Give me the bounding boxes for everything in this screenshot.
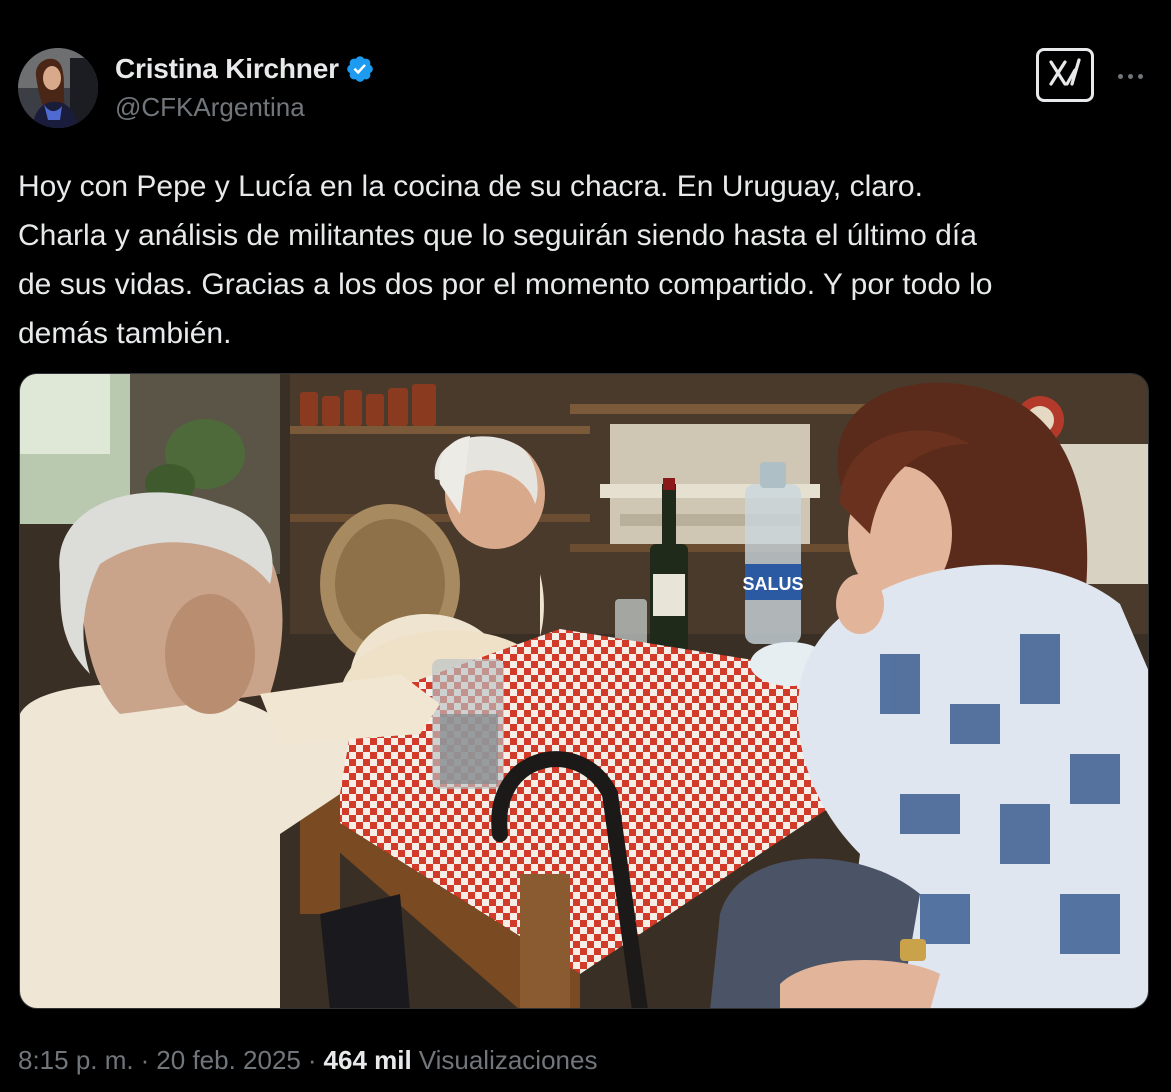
- tweet-photo[interactable]: SALUS: [19, 373, 1149, 1009]
- more-dots-icon: [1117, 73, 1123, 79]
- verified-badge-icon[interactable]: [345, 54, 375, 84]
- meta-separator: ·: [307, 1045, 317, 1075]
- grok-icon: [1045, 56, 1085, 95]
- grok-button[interactable]: [1036, 48, 1094, 102]
- tweet: Cristina Kirchner @CFKArgentina Hoy con …: [0, 0, 1171, 1092]
- tweet-text: Hoy con Pepe y Lucía en la cocina de su …: [18, 170, 993, 350]
- meta-separator: ·: [140, 1045, 150, 1075]
- views-label: Visualizaciones: [418, 1045, 598, 1075]
- more-options-button[interactable]: [1112, 62, 1148, 90]
- author-avatar[interactable]: [18, 48, 98, 128]
- author-name-row: Cristina Kirchner: [115, 52, 375, 86]
- bottle-label: SALUS: [742, 574, 803, 594]
- tweet-date[interactable]: 20 feb. 2025: [156, 1045, 301, 1076]
- views-count: 464 mil: [323, 1045, 412, 1075]
- author-handle[interactable]: @CFKArgentina: [115, 92, 305, 123]
- author-name[interactable]: Cristina Kirchner: [115, 53, 339, 85]
- tweet-meta: 8:15 p. m. · 20 feb. 2025 · 464 mil Visu…: [18, 1045, 597, 1076]
- tweet-time[interactable]: 8:15 p. m.: [18, 1045, 134, 1076]
